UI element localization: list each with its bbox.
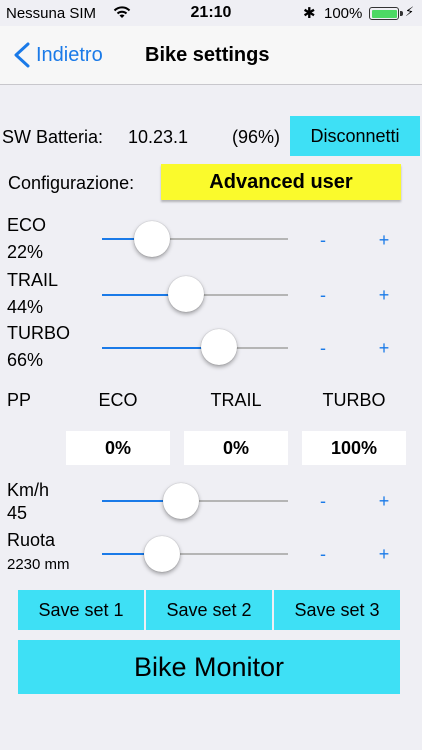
assist-level-value: 44% <box>7 297 44 317</box>
battery-label: SW Batteria: <box>2 127 104 147</box>
charging-bolt-icon: ⚡ <box>405 4 415 19</box>
plus-button[interactable]: + <box>374 230 394 251</box>
pp-eco-field[interactable]: 0% <box>66 431 170 465</box>
pp-label: PP <box>7 390 32 410</box>
wheel-plus-button[interactable]: + <box>374 544 394 565</box>
wheel-minus-button[interactable]: - <box>313 544 333 565</box>
wheel-slider-thumb[interactable] <box>144 536 180 572</box>
back-button[interactable]: Indietro <box>36 44 103 67</box>
assist-level-value: 22% <box>7 242 44 262</box>
assist-level-value: 66% <box>7 350 44 370</box>
pp-column-turbo: TURBO <box>322 390 386 410</box>
disconnect-button[interactable]: Disconnetti <box>290 116 420 156</box>
slider-thumb[interactable] <box>201 329 237 365</box>
speed-plus-button[interactable]: + <box>374 491 394 512</box>
bluetooth-icon: ✱ <box>303 5 316 22</box>
back-chevron-icon[interactable] <box>10 40 36 70</box>
plus-button[interactable]: + <box>374 285 394 306</box>
battery-percent: 100% <box>324 5 363 22</box>
minus-button[interactable]: - <box>313 338 333 359</box>
wheel-label: Ruota <box>7 530 56 550</box>
speed-label: Km/h <box>7 480 50 500</box>
plus-button[interactable]: + <box>374 338 394 359</box>
pp-turbo-field[interactable]: 100% <box>302 431 406 465</box>
page-title: Bike settings <box>145 44 270 66</box>
pp-column-trail: TRAIL <box>210 390 262 410</box>
slider-thumb[interactable] <box>134 221 170 257</box>
pp-trail-field[interactable]: 0% <box>184 431 288 465</box>
pp-column-eco: ECO <box>98 390 138 410</box>
config-selector[interactable]: Advanced user <box>161 164 401 200</box>
battery-version: 10.23.1 <box>128 127 189 147</box>
minus-button[interactable]: - <box>313 230 333 251</box>
speed-slider-thumb[interactable] <box>163 483 199 519</box>
speed-minus-button[interactable]: - <box>313 491 333 512</box>
assist-level-name: TRAIL <box>7 270 59 290</box>
battery-icon <box>369 7 399 20</box>
battery-percent-value: (96%) <box>232 127 281 147</box>
assist-level-name: TURBO <box>7 323 70 343</box>
config-label: Configurazione: <box>8 173 135 193</box>
assist-level-name: ECO <box>7 215 47 235</box>
save-set-1-button[interactable]: Save set 1 <box>18 590 144 630</box>
status-bar: Nessuna SIM 21:10 ✱ 100% ⚡ <box>0 0 422 26</box>
save-set-2-button[interactable]: Save set 2 <box>146 590 272 630</box>
wheel-value: 2230 mm <box>7 556 70 573</box>
save-set-3-button[interactable]: Save set 3 <box>274 590 400 630</box>
speed-value: 45 <box>7 503 28 523</box>
slider-thumb[interactable] <box>168 276 204 312</box>
minus-button[interactable]: - <box>313 285 333 306</box>
battery-tip <box>400 11 403 16</box>
bike-monitor-button[interactable]: Bike Monitor <box>18 640 400 694</box>
